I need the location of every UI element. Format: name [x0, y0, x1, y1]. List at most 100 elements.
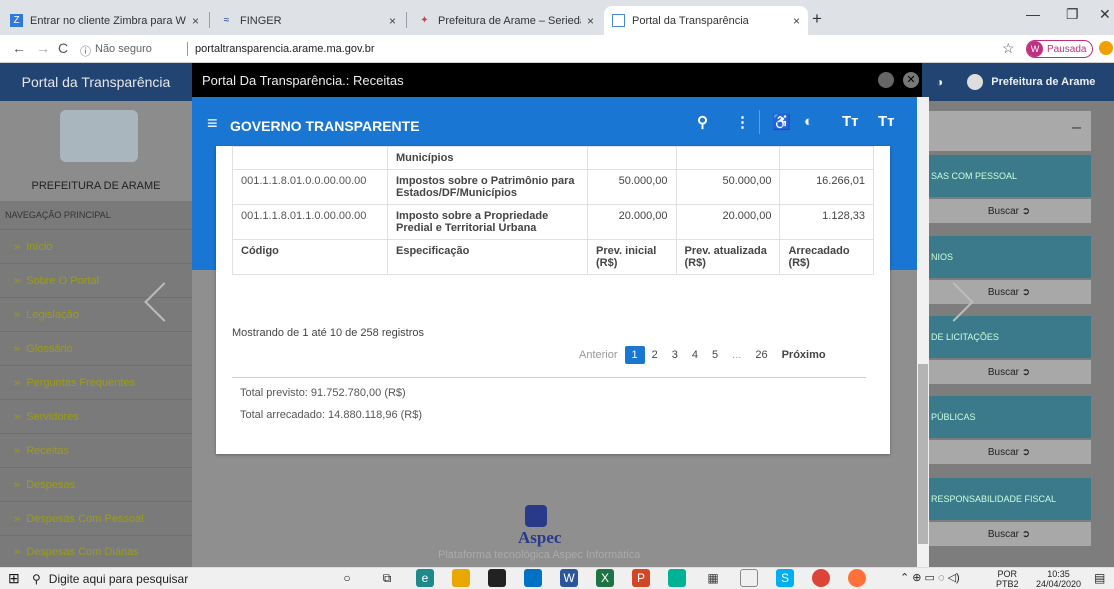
notifications-icon[interactable]: ▤ — [1094, 571, 1105, 585]
tab-title: Prefeitura de Arame – Seriedade — [438, 14, 581, 27]
security-label: Não seguro — [95, 43, 152, 55]
edge-icon[interactable]: e — [416, 569, 434, 587]
bookmark-star-icon[interactable]: ☆ — [1002, 40, 1015, 57]
chrome-icon[interactable] — [812, 569, 830, 587]
forward-icon[interactable]: → — [36, 40, 50, 56]
word-icon[interactable]: W — [560, 569, 578, 587]
scrollbar-thumb[interactable] — [918, 364, 928, 544]
expand-icon[interactable] — [878, 72, 894, 88]
close-tab-icon[interactable]: × — [587, 14, 594, 28]
document-icon[interactable] — [740, 569, 758, 587]
reload-icon[interactable]: C — [58, 40, 68, 56]
close-tab-icon[interactable]: × — [389, 14, 396, 28]
new-tab-button[interactable]: + — [812, 9, 822, 29]
buscar-button[interactable]: Buscar ➲ — [927, 440, 1091, 464]
close-window-button[interactable]: ✕ — [1099, 6, 1111, 23]
column-header-especificacao[interactable]: Especificação — [387, 239, 588, 275]
total-arrecadado: Total arrecadado: 14.880.118,96 (R$) — [240, 409, 423, 421]
restore-button[interactable]: ❐ — [1066, 6, 1079, 23]
accessibility-icon[interactable]: ♿ — [772, 113, 791, 131]
buscar-button[interactable]: Buscar ➲ — [927, 360, 1091, 384]
clock[interactable]: 10:35 24/04/2020 — [1036, 569, 1081, 589]
contrast-icon[interactable]: ◐ — [804, 113, 813, 130]
nav-item-despesas-diarias[interactable]: » Despesas Com Diárias — [0, 535, 192, 567]
card-obras-publicas[interactable]: PÚBLICAS — [927, 396, 1091, 438]
profile-chip[interactable]: W Pausada — [1026, 40, 1094, 58]
pager-next[interactable]: Próximo — [775, 346, 833, 364]
increase-font-icon[interactable]: Tт — [842, 113, 859, 130]
column-header-codigo[interactable]: Código — [232, 239, 388, 275]
tab-separator — [406, 12, 407, 28]
store-icon[interactable] — [488, 569, 506, 587]
tab-zimbra[interactable]: Z Entrar no cliente Zimbra para We × — [2, 6, 207, 35]
more-options-icon[interactable]: ⋮ — [735, 113, 750, 131]
button-label: Buscar — [987, 446, 1019, 458]
decrease-font-icon[interactable]: Tт — [878, 113, 895, 130]
nav-item-despesas[interactable]: » Despesas — [0, 467, 192, 501]
url-field[interactable]: portaltransparencia.arame.ma.gov.br — [195, 43, 375, 55]
app-icon[interactable] — [668, 569, 686, 587]
task-view-icon[interactable]: ⧉ — [378, 569, 396, 587]
pager-page[interactable]: 5 — [705, 346, 725, 364]
pager-prev[interactable]: Anterior — [572, 346, 625, 364]
right-header-title[interactable]: Prefeitura de Arame — [991, 76, 1095, 88]
nav-item-despesas-pessoal[interactable]: » Despesas Com Pessoal — [0, 501, 192, 535]
excel-icon[interactable]: X — [596, 569, 614, 587]
nav-item-label: Servidores — [26, 410, 79, 423]
collapse-panel-icon[interactable]: – — [927, 111, 1091, 151]
tray-icons[interactable]: ⌃ ⊕ ▭ ◌ ◁) — [900, 571, 960, 584]
buscar-button[interactable]: Buscar ➲ — [927, 199, 1091, 223]
skype-icon[interactable]: S — [776, 569, 794, 587]
cell-prev-inicial — [587, 146, 677, 170]
buscar-button[interactable]: Buscar ➲ — [927, 522, 1091, 546]
cell-arrecadado — [779, 146, 874, 170]
nav-item-label: Receitas — [26, 444, 70, 457]
menu-icon[interactable]: ≡ — [207, 113, 218, 134]
nav-item-glossario[interactable]: » Glossário — [0, 331, 192, 365]
close-modal-icon[interactable]: ✕ — [903, 72, 919, 88]
column-header-prev-inicial[interactable]: Prev. inicial (R$) — [587, 239, 677, 275]
pager-page[interactable]: 1 — [624, 346, 645, 364]
powerpoint-icon[interactable]: P — [632, 569, 650, 587]
calculator-icon[interactable]: ▦ — [704, 569, 722, 587]
taskbar-search[interactable]: ⚲ Digite aqui para pesquisar — [32, 569, 318, 588]
tab-portal-transparencia[interactable]: Portal da Transparência × — [604, 6, 808, 35]
language-indicator[interactable]: POR PTB2 — [996, 569, 1019, 589]
card-convenios[interactable]: NIOS — [927, 236, 1091, 278]
nav-item-servidores[interactable]: » Servidores — [0, 399, 192, 433]
info-icon[interactable]: ⓘ — [80, 43, 91, 59]
pager-page[interactable]: 2 — [645, 346, 665, 364]
firefox-icon[interactable] — [848, 569, 866, 587]
avatar: W — [1027, 41, 1043, 57]
cell-code: 001.1.1.8.01.0.0.00.00.00 — [232, 169, 388, 205]
nav-item-perguntas[interactable]: » Perguntas Frequentes — [0, 365, 192, 399]
extension-icon[interactable] — [1099, 41, 1113, 55]
tab-separator — [209, 12, 210, 28]
nav-item-label: Despesas Com Pessoal — [26, 512, 144, 525]
zimbra-icon: Z — [10, 14, 23, 27]
tab-finger[interactable]: ≈ FINGER × — [212, 6, 404, 35]
back-icon[interactable]: ← — [12, 40, 26, 56]
pager-page[interactable]: 4 — [685, 346, 705, 364]
button-label: Buscar — [987, 205, 1019, 217]
pager-page[interactable]: 3 — [665, 346, 685, 364]
tab-prefeitura[interactable]: ✦ Prefeitura de Arame – Seriedade × — [410, 6, 602, 35]
cortana-icon[interactable]: ○ — [338, 569, 356, 587]
receitas-table: Municípios 001.1.1.8.01.0.0.00.00.00 Imp… — [232, 146, 874, 275]
contrast-icon[interactable]: ◑ — [936, 75, 943, 89]
card-licitacoes[interactable]: DE LICITAÇÕES — [927, 316, 1091, 358]
close-tab-icon[interactable]: × — [192, 14, 199, 28]
nav-item-receitas[interactable]: » Receitas — [0, 433, 192, 467]
card-despesas-pessoal[interactable]: SAS COM PESSOAL — [927, 155, 1091, 197]
close-tab-icon[interactable]: × — [793, 14, 800, 28]
column-header-arrecadado[interactable]: Arrecadado (R$) — [779, 239, 874, 275]
column-header-prev-atualizada[interactable]: Prev. atualizada (R$) — [675, 239, 781, 275]
file-explorer-icon[interactable] — [452, 569, 470, 587]
pager-page[interactable]: 26 — [748, 346, 774, 364]
card-responsabilidade-fiscal[interactable]: RESPONSABILIDADE FISCAL — [927, 478, 1091, 520]
search-icon[interactable]: ⚲ — [697, 113, 708, 131]
windows-start-icon[interactable]: ⊞ — [8, 570, 20, 587]
mail-icon[interactable] — [524, 569, 542, 587]
nav-item-inicio[interactable]: » Início — [0, 229, 192, 263]
minimize-button[interactable]: — — [1026, 6, 1040, 22]
